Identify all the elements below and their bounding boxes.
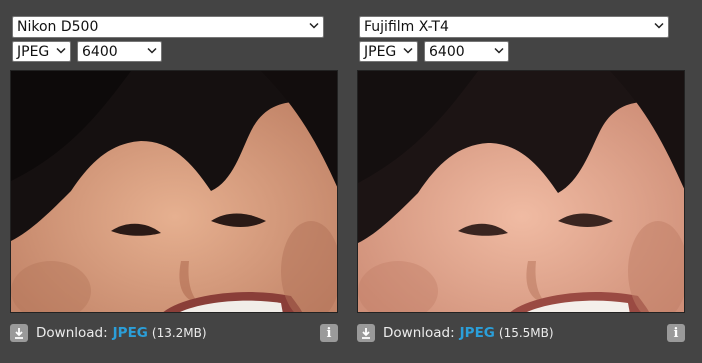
- sample-image-left[interactable]: [10, 70, 338, 313]
- chevron-down-icon: [494, 47, 504, 55]
- download-label: Download:: [36, 325, 108, 341]
- format-select-value: JPEG: [364, 43, 397, 60]
- chevron-down-icon: [309, 22, 319, 30]
- iso-select-value: 6400: [429, 43, 465, 60]
- iso-select-right[interactable]: 6400: [424, 41, 509, 62]
- download-row-right: Download: JPEG (15.5MB) i: [357, 322, 685, 344]
- download-size: (15.5MB): [498, 326, 554, 340]
- download-label: Download:: [383, 325, 455, 341]
- info-icon[interactable]: i: [667, 324, 685, 342]
- iso-select-value: 6400: [82, 43, 118, 60]
- download-jpeg-link[interactable]: JPEG: [113, 325, 148, 341]
- chevron-down-icon: [147, 47, 157, 55]
- iso-select-left[interactable]: 6400: [77, 41, 162, 62]
- camera-select-value: Fujifilm X-T4: [364, 19, 449, 35]
- portrait-image: [11, 71, 337, 312]
- camera-select-value: Nikon D500: [17, 19, 99, 35]
- format-select-left[interactable]: JPEG: [12, 41, 71, 62]
- camera-select-left[interactable]: Nikon D500: [12, 16, 324, 38]
- comparison-panel-left: Nikon D500 JPEG 6400 Download: JPEG (13.…: [10, 0, 350, 363]
- sample-image-right[interactable]: [357, 70, 685, 313]
- format-select-right[interactable]: JPEG: [359, 41, 418, 62]
- format-select-value: JPEG: [17, 43, 50, 60]
- download-size: (13.2MB): [151, 326, 207, 340]
- download-jpeg-link[interactable]: JPEG: [460, 325, 495, 341]
- chevron-down-icon: [56, 47, 66, 55]
- download-icon[interactable]: [357, 324, 375, 342]
- portrait-image: [358, 71, 684, 312]
- info-icon[interactable]: i: [320, 324, 338, 342]
- camera-select-right[interactable]: Fujifilm X-T4: [359, 16, 669, 38]
- chevron-down-icon: [654, 22, 664, 30]
- comparison-panel-right: Fujifilm X-T4 JPEG 6400 Download: JPEG (…: [357, 0, 697, 363]
- download-icon[interactable]: [10, 324, 28, 342]
- download-row-left: Download: JPEG (13.2MB) i: [10, 322, 338, 344]
- chevron-down-icon: [403, 47, 413, 55]
